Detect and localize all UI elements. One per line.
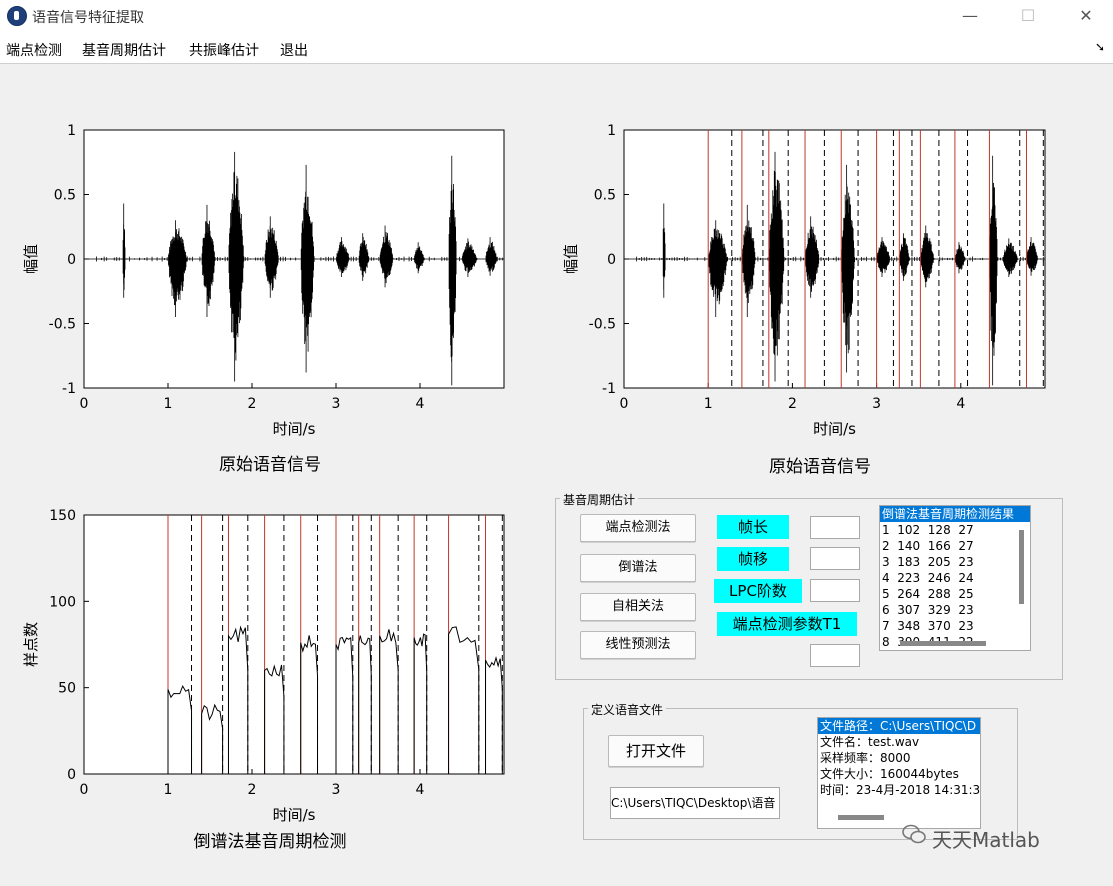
- endpoint-threshold-label: 端点检测参数T1: [717, 612, 857, 636]
- x-tick-label: 3: [332, 396, 341, 412]
- file-info-horizontal-scrollbar[interactable]: [838, 815, 884, 820]
- menu-bar: 端点检测 基音周期估计 共振峰估计 退出 ➘: [0, 33, 1113, 64]
- y-tick-label: 50: [58, 681, 76, 697]
- menu-exit[interactable]: 退出: [280, 40, 308, 60]
- x-tick-label: 4: [416, 782, 425, 798]
- y-tick-label: 1: [607, 123, 616, 139]
- pitch-panel: 基音周期估计 端点检测法 倒谱法 自相关法 线性预测法 帧长 帧移 LPC阶数 …: [555, 491, 1063, 680]
- menu-pitch-estimation[interactable]: 基音周期估计: [82, 40, 166, 60]
- y-tick-label: 0.5: [594, 188, 616, 204]
- y-axis-label: 样点数: [22, 622, 40, 667]
- lpc-order-label: LPC阶数: [714, 579, 802, 603]
- file-info-list[interactable]: 文件路径：C:\Users\TIQC\D 文件名：test.wav 采样频率：800…: [817, 717, 981, 829]
- x-tick-label: 3: [332, 782, 341, 798]
- plot-area: [83, 514, 505, 775]
- file-panel: 定义语音文件 打开文件 C:\Users\TIQC\Desktop\语音 文件路…: [583, 701, 1018, 840]
- x-tick-label: 2: [788, 396, 797, 412]
- app-icon: [7, 6, 27, 26]
- file-info-row[interactable]: 文件路径：C:\Users\TIQC\D: [818, 718, 980, 734]
- autocorrelation-method-button[interactable]: 自相关法: [580, 593, 696, 621]
- y-tick-label: -1: [602, 381, 616, 397]
- x-tick-label: 2: [248, 396, 257, 412]
- watermark-text: 天天Matlab: [932, 828, 1040, 852]
- results-horizontal-scrollbar[interactable]: [900, 641, 986, 646]
- y-tick-label: 0: [67, 252, 76, 268]
- y-axis-label: 幅值: [22, 244, 40, 274]
- plot-cepstrum-pitch: 0 1 2 3 4 0 50 100 150 时间/s 样点数 倒谱法基音周期检测: [20, 505, 520, 855]
- lpc-method-button[interactable]: 线性预测法: [580, 631, 696, 659]
- x-axis-label: 时间/s: [273, 806, 316, 824]
- x-tick-label: 0: [80, 782, 89, 798]
- cepstrum-method-button[interactable]: 倒谱法: [580, 554, 696, 582]
- lpc-order-input[interactable]: [810, 579, 860, 602]
- menu-formant-estimation[interactable]: 共振峰估计: [189, 40, 259, 60]
- waveform-chart-1: 0 1 2 3 4 -1 -0.5 0 0.5 1 时间/s 幅值: [22, 123, 505, 438]
- results-vertical-scrollbar[interactable]: [1019, 530, 1024, 604]
- frame-shift-input[interactable]: [810, 547, 860, 570]
- frame-length-label: 帧长: [717, 515, 789, 539]
- title-bar: 语音信号特征提取 — ☐ ✕: [0, 0, 1113, 33]
- plot1-caption: 原始语音信号: [219, 455, 321, 475]
- window-title: 语音信号特征提取: [32, 10, 144, 26]
- y-tick-label: -1: [62, 381, 76, 397]
- x-axis-label: 时间/s: [273, 420, 316, 438]
- toolbar-toggle-icon[interactable]: ➘: [1095, 40, 1105, 54]
- y-tick-label: -0.5: [589, 317, 616, 333]
- result-row[interactable]: 3 183 205 23: [880, 554, 1030, 570]
- menu-endpoint-detection[interactable]: 端点检测: [6, 40, 62, 60]
- x-axis-label: 时间/s: [813, 420, 856, 438]
- y-axis-label: 幅值: [562, 244, 580, 274]
- y-tick-label: 0: [67, 767, 76, 783]
- y-tick-label: 150: [49, 508, 76, 524]
- maximize-button[interactable]: ☐: [1008, 4, 1048, 28]
- file-info-row[interactable]: 文件大小：160044bytes: [818, 766, 980, 782]
- result-row[interactable]: 6 307 329 23: [880, 602, 1030, 618]
- x-tick-label: 4: [416, 396, 425, 412]
- x-tick-label: 1: [164, 396, 173, 412]
- pitch-panel-title: 基音周期估计: [560, 491, 639, 508]
- file-info-row[interactable]: 采样频率：8000: [818, 750, 980, 766]
- results-header[interactable]: 倒谱法基音周期检测结果: [880, 506, 1030, 522]
- plot3-caption: 倒谱法基音周期检测: [193, 832, 347, 852]
- x-tick-label: 0: [80, 396, 89, 412]
- result-row[interactable]: 4 223 246 24: [880, 570, 1030, 586]
- x-tick-label: 1: [704, 396, 713, 412]
- file-info-row[interactable]: 时间：23-4月-2018 14:31:36: [818, 782, 980, 798]
- result-row[interactable]: 2 140 166 27: [880, 538, 1030, 554]
- plot-original-signal-2: 0 1 2 3 4 -1 -0.5 0 0.5 1 时间/s 幅值 原始语音信号: [560, 120, 1080, 480]
- open-file-button[interactable]: 打开文件: [608, 735, 704, 767]
- y-tick-label: 0: [607, 252, 616, 268]
- y-tick-label: 0.5: [54, 188, 76, 204]
- x-tick-label: 0: [620, 396, 629, 412]
- file-info-row[interactable]: 文件名：test.wav: [818, 734, 980, 750]
- frame-shift-label: 帧移: [717, 547, 789, 571]
- x-tick-label: 1: [164, 782, 173, 798]
- plot2-caption: 原始语音信号: [769, 457, 871, 477]
- waveform-chart-2: 0 1 2 3 4 -1 -0.5 0 0.5 1 时间/s 幅值: [562, 123, 1046, 438]
- x-tick-label: 3: [872, 396, 881, 412]
- endpoint-method-button[interactable]: 端点检测法: [580, 514, 696, 542]
- y-tick-label: -0.5: [49, 317, 76, 333]
- frame-length-input[interactable]: [810, 516, 860, 539]
- plot-original-signal-1: 0 1 2 3 4 -1 -0.5 0 0.5 1 时间/s 幅值 原始语音信号: [20, 120, 520, 475]
- x-tick-label: 2: [248, 782, 257, 798]
- y-tick-label: 1: [67, 123, 76, 139]
- close-button[interactable]: ✕: [1066, 4, 1106, 28]
- minimize-button[interactable]: —: [950, 4, 990, 28]
- file-path-input[interactable]: C:\Users\TIQC\Desktop\语音: [610, 787, 780, 819]
- endpoint-threshold-input[interactable]: [810, 644, 860, 667]
- result-row[interactable]: 5 264 288 25: [880, 586, 1030, 602]
- pitch-chart: 0 1 2 3 4 0 50 100 150 时间/s 样点数: [22, 508, 505, 824]
- file-panel-title: 定义语音文件: [588, 701, 667, 718]
- y-tick-label: 100: [49, 594, 76, 610]
- result-row[interactable]: 7 348 370 23: [880, 618, 1030, 634]
- result-row[interactable]: 1 102 128 27: [880, 522, 1030, 538]
- wechat-logo-icon: [902, 822, 926, 846]
- pitch-results-list[interactable]: 倒谱法基音周期检测结果 1 102 128 27 2 140 166 27 3 18…: [879, 505, 1031, 651]
- x-tick-label: 4: [956, 396, 965, 412]
